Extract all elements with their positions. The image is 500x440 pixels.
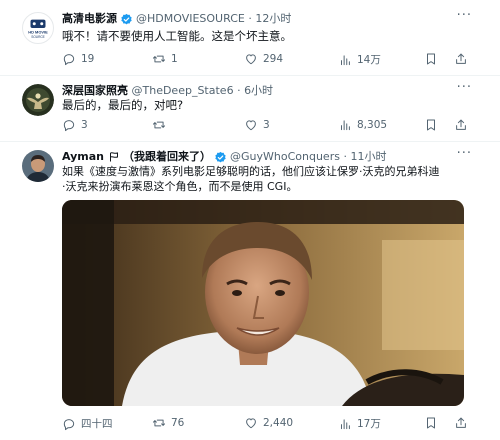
reply-button[interactable]: 19 — [62, 52, 94, 66]
views-count: 17万 — [357, 418, 381, 430]
views-button[interactable]: 14万 — [338, 52, 381, 67]
like-count: 294 — [263, 53, 284, 65]
repost-button[interactable]: 1 — [152, 52, 178, 66]
share-icon — [456, 119, 466, 130]
tweet-3[interactable]: Ayman （我跟着回来了） @GuyWhoConquers · 11小时 ···… — [0, 142, 500, 440]
verified-badge-icon — [121, 13, 132, 24]
views-button[interactable]: 8,305 — [338, 118, 387, 132]
tweet-text-line: 如果《速度与激情》系列电影足够聪明的话，他们应该让保罗·沃克的兄弟科迪 — [62, 165, 440, 178]
repost-icon — [152, 419, 166, 427]
more-icon[interactable]: ··· — [457, 8, 472, 23]
reply-icon — [63, 418, 75, 430]
tweet-photo[interactable] — [62, 200, 464, 406]
like-button[interactable]: 2,440 — [244, 416, 293, 430]
separator: · — [248, 12, 252, 25]
views-icon — [341, 120, 350, 131]
avatar-hdmoviesource[interactable]: HD MOVIE SOURCE — [22, 12, 54, 44]
bookmark-button[interactable] — [424, 416, 438, 430]
handle[interactable]: @GuyWhoConquers — [230, 150, 340, 163]
bookmark-icon — [427, 53, 435, 65]
tweet-2[interactable]: 深层国家照亮 @TheDeep_State6 · 6小时 ··· 最后的，最后的… — [0, 76, 500, 142]
like-count: 2,440 — [263, 417, 294, 429]
name-suffix: （我跟着回来了） — [123, 150, 212, 163]
views-count: 8,305 — [357, 119, 388, 131]
display-name[interactable]: 深层国家照亮 — [62, 84, 128, 97]
share-icon — [456, 53, 466, 64]
repost-count: 1 — [171, 53, 178, 65]
timestamp[interactable]: 11小时 — [350, 150, 386, 163]
verified-badge-icon — [215, 151, 226, 162]
like-icon — [246, 54, 256, 65]
like-icon — [246, 120, 256, 131]
timestamp[interactable]: 6小时 — [244, 84, 273, 97]
reply-button[interactable]: 3 — [62, 118, 88, 132]
bookmark-icon — [427, 417, 435, 429]
reply-icon — [63, 54, 75, 66]
handle[interactable]: @HDMOVIESOURCE — [136, 12, 245, 25]
like-button[interactable]: 3 — [244, 118, 270, 132]
eagle-emblem-image — [22, 84, 54, 116]
avatar-guywhoconquers[interactable] — [22, 150, 54, 182]
bookmark-button[interactable] — [424, 118, 438, 132]
movie-still-image — [62, 200, 464, 406]
share-button[interactable] — [454, 52, 468, 66]
tweet-text-line: ·沃克来扮演布莱恩这个角色，而不是使用 CGI。 — [62, 180, 298, 193]
repost-icon — [152, 55, 166, 63]
bookmark-icon — [427, 119, 435, 131]
repost-icon — [152, 121, 166, 129]
bookmark-button[interactable] — [424, 52, 438, 66]
repost-button[interactable]: 76 — [152, 416, 184, 430]
flag-icon — [109, 152, 118, 162]
repost-button[interactable] — [152, 118, 171, 132]
share-button[interactable] — [454, 416, 468, 430]
views-button[interactable]: 17万 — [338, 416, 381, 431]
handle[interactable]: @TheDeep_State6 — [132, 84, 234, 97]
logo-text-line2: SOURCE — [31, 35, 45, 39]
views-icon — [341, 54, 350, 65]
tweet-text: 最后的，最后的，对吧? — [62, 98, 184, 112]
tweet-text: 如果《速度与激情》系列电影足够聪明的话，他们应该让保罗·沃克的兄弟科迪 ·沃克来… — [62, 164, 470, 194]
display-name[interactable]: 高清电影源 — [62, 12, 117, 25]
separator: · — [343, 150, 347, 163]
more-icon[interactable]: ··· — [457, 80, 472, 95]
reply-count: 19 — [81, 53, 95, 65]
share-button[interactable] — [454, 118, 468, 132]
reply-count: 3 — [81, 119, 88, 131]
tweet-header: 高清电影源 @HDMOVIESOURCE · 12小时 — [62, 10, 460, 28]
profile-photo — [22, 150, 54, 182]
tweet-actions: 19 1 294 14万 — [62, 52, 474, 68]
share-icon — [456, 417, 466, 428]
tweet-actions: 四十四 76 2,440 17万 — [62, 416, 474, 432]
reply-button[interactable]: 四十四 — [62, 416, 113, 431]
more-icon[interactable]: ··· — [457, 146, 472, 161]
tweet-actions: 3 3 8,305 — [62, 118, 474, 134]
timestamp[interactable]: 12小时 — [255, 12, 291, 25]
views-icon — [341, 418, 350, 429]
like-icon — [246, 418, 256, 429]
repost-count: 76 — [171, 417, 185, 429]
like-count: 3 — [263, 119, 270, 131]
reply-icon — [63, 120, 75, 132]
hd-movie-logo: HD MOVIE SOURCE — [28, 19, 48, 39]
like-button[interactable]: 294 — [244, 52, 283, 66]
views-count: 14万 — [357, 54, 381, 66]
logo-text-line1: HD MOVIE — [28, 30, 48, 35]
reply-count: 四十四 — [81, 418, 113, 430]
tweet-text: 哦不！请不要使用人工智能。这是个坏主意。 — [62, 29, 292, 43]
display-name[interactable]: Ayman — [62, 150, 104, 163]
tweet-1[interactable]: HD MOVIE SOURCE 高清电影源 @HDMOVIESOURCE · 12… — [0, 0, 500, 76]
avatar-thedeep-state6[interactable] — [22, 84, 54, 116]
separator: · — [237, 84, 241, 97]
